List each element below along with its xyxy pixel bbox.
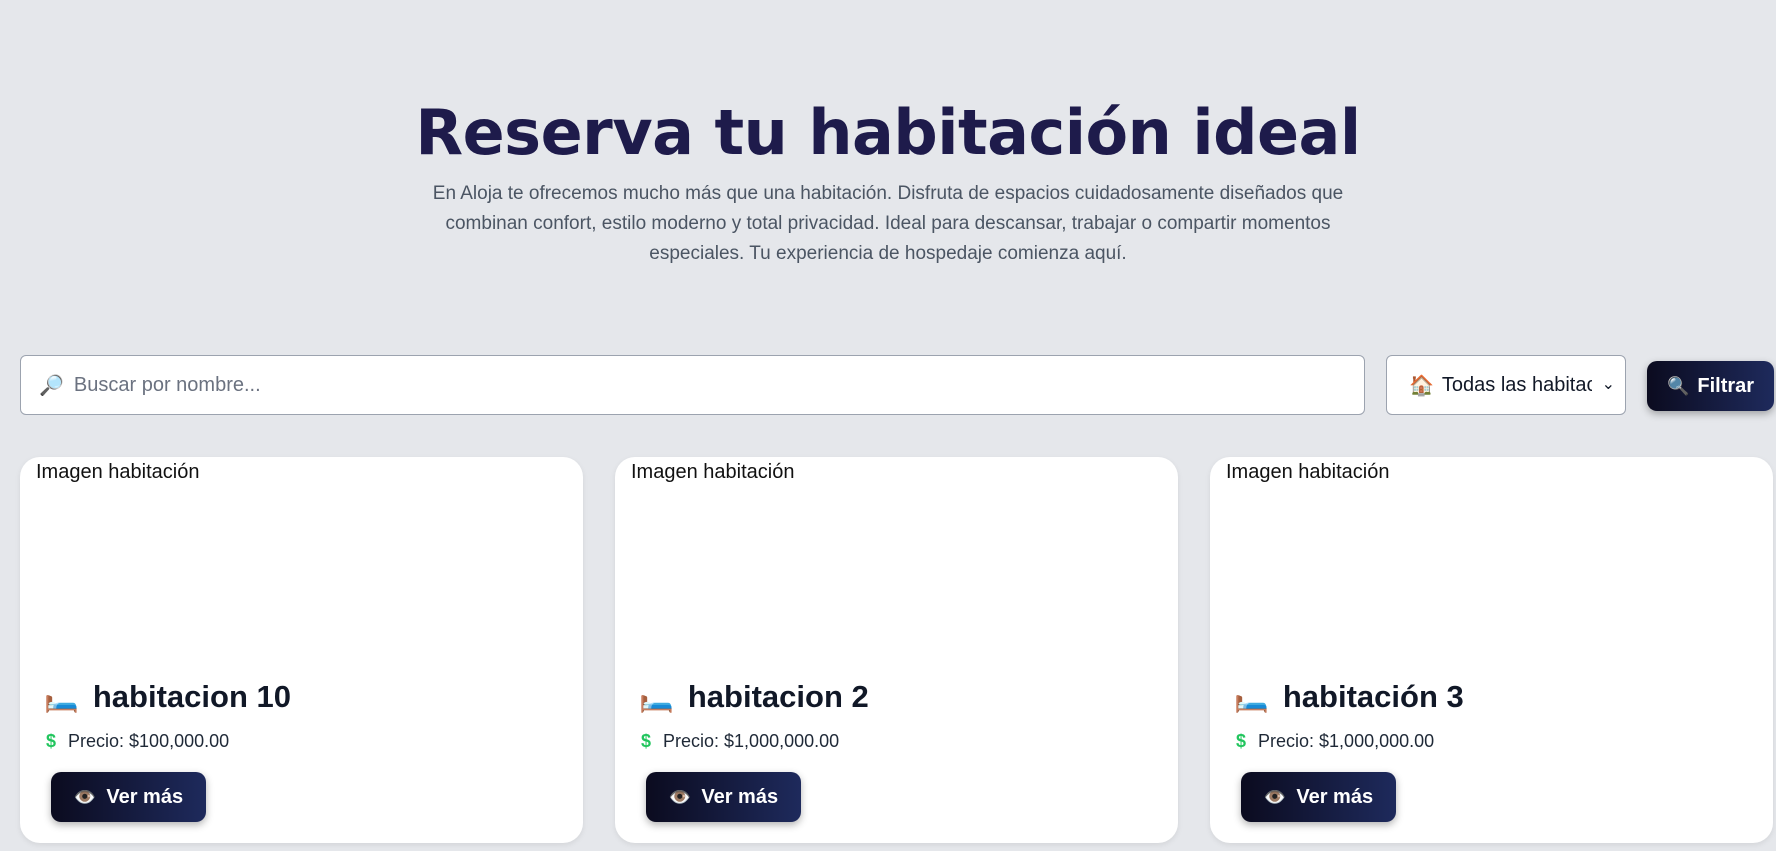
room-type-selected: Todas las habitac — [1441, 373, 1592, 396]
room-image: Imagen habitación — [1212, 461, 1389, 484]
search-field[interactable]: 🔎 — [20, 355, 1365, 415]
magnifier-icon: 🔎 — [39, 374, 64, 397]
bed-icon: 🛏️ — [639, 681, 674, 713]
view-more-button[interactable]: 👁️ Ver más — [51, 772, 206, 822]
room-price: $ Precio: $1,000,000.00 — [641, 731, 840, 751]
eye-icon: 👁️ — [73, 786, 97, 807]
room-card: Imagen habitación 🛏️ habitacion 2 $ Prec… — [615, 457, 1178, 843]
hero-section: Reserva tu habitación ideal En Aloja te … — [0, 96, 1776, 269]
search-filter-bar: 🔎 🏠 Todas las habitac ⌄ 🔍 Filtrar — [20, 355, 1776, 417]
view-more-button[interactable]: 👁️ Ver más — [646, 772, 801, 822]
page-description: En Aloja te ofrecemos mucho más que una … — [432, 183, 1344, 264]
room-price: $ Precio: $1,000,000.00 — [1236, 731, 1435, 751]
room-image: Imagen habitación — [617, 461, 794, 484]
room-name: 🛏️ habitacion 2 — [639, 679, 869, 714]
search-input[interactable] — [71, 372, 1326, 398]
room-card-list: Imagen habitación 🛏️ habitacion 10 $ Pre… — [20, 457, 1776, 851]
room-card: Imagen habitación 🛏️ habitacion 10 $ Pre… — [20, 457, 583, 843]
room-name: 🛏️ habitación 3 — [1234, 679, 1464, 714]
filter-button-label: Filtrar — [1697, 374, 1755, 397]
view-more-button[interactable]: 👁️ Ver más — [1241, 772, 1396, 822]
eye-icon: 👁️ — [668, 786, 692, 807]
page-title: Reserva tu habitación ideal — [415, 96, 1361, 169]
room-price: $ Precio: $100,000.00 — [46, 731, 230, 751]
room-card: Imagen habitación 🛏️ habitación 3 $ Prec… — [1210, 457, 1773, 843]
house-icon: 🏠 — [1409, 374, 1434, 397]
broken-image-icon — [617, 465, 631, 481]
bed-icon: 🛏️ — [1234, 681, 1269, 713]
eye-icon: 👁️ — [1263, 786, 1287, 807]
broken-image-icon — [22, 465, 36, 481]
magnifier-icon: 🔍 — [1666, 375, 1690, 396]
filter-button[interactable]: 🔍 Filtrar — [1647, 361, 1774, 411]
room-name: 🛏️ habitacion 10 — [44, 679, 291, 714]
bed-icon: 🛏️ — [44, 681, 79, 713]
room-image: Imagen habitación — [22, 461, 199, 484]
dollar-icon: $ — [1236, 731, 1247, 751]
room-type-select[interactable]: 🏠 Todas las habitac ⌄ — [1386, 355, 1626, 415]
dollar-icon: $ — [641, 731, 652, 751]
chevron-down-icon: ⌄ — [1601, 376, 1615, 393]
dollar-icon: $ — [46, 731, 57, 751]
broken-image-icon — [1212, 465, 1226, 481]
